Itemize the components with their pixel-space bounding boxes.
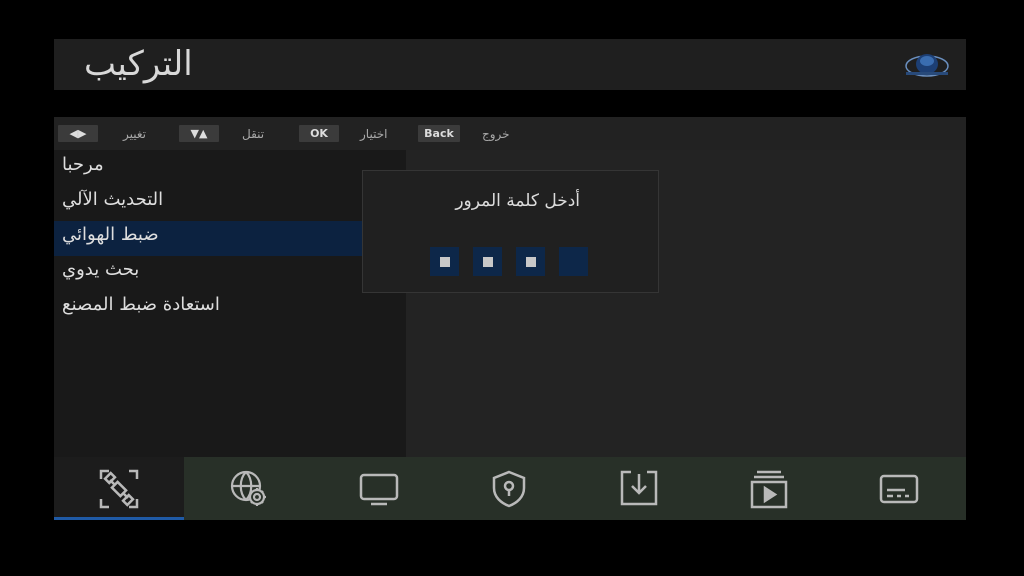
menu-item-manual-search[interactable]: بحث يدوي bbox=[54, 256, 406, 291]
tab-installation[interactable] bbox=[54, 457, 184, 520]
menu-item-label: ضبط الهوائي bbox=[62, 224, 159, 245]
category-tab-bar bbox=[54, 457, 966, 520]
hint-change: تغيير bbox=[123, 127, 146, 141]
pin-digit-2[interactable] bbox=[473, 247, 502, 276]
network-settings-icon bbox=[230, 470, 266, 506]
tab-update[interactable] bbox=[574, 457, 704, 520]
menu-item-label: استعادة ضبط المصنع bbox=[62, 294, 220, 315]
tab-subtitles[interactable] bbox=[834, 457, 964, 520]
key-left-right: ◀▶ bbox=[58, 125, 98, 142]
menu-item-factory-reset[interactable]: استعادة ضبط المصنع bbox=[54, 291, 406, 326]
pin-mask bbox=[483, 257, 493, 267]
key-back: Back bbox=[418, 125, 460, 142]
pin-digit-3[interactable] bbox=[516, 247, 545, 276]
menu-item-label: التحديث الآلي bbox=[62, 189, 164, 210]
menu-item-label: بحث يدوي bbox=[62, 259, 140, 280]
pin-mask bbox=[440, 257, 450, 267]
hint-exit: خروج bbox=[482, 127, 510, 141]
pin-digit-4[interactable] bbox=[559, 247, 588, 276]
security-lock-icon bbox=[492, 470, 526, 508]
tab-network[interactable] bbox=[184, 457, 314, 520]
menu-item-antenna-setup[interactable]: ضبط الهوائي bbox=[54, 221, 406, 256]
satellite-install-icon bbox=[99, 469, 139, 509]
tab-security[interactable] bbox=[444, 457, 574, 520]
pin-digit-1[interactable] bbox=[430, 247, 459, 276]
page-title: التركيب bbox=[84, 44, 193, 84]
key-hint-bar: ◀▶ تغيير ▼▲ تنقل OK اختيار Back خروج bbox=[54, 117, 966, 150]
key-up-down: ▼▲ bbox=[179, 125, 219, 142]
menu-item-auto-update[interactable]: التحديث الآلي bbox=[54, 186, 406, 221]
subtitle-info-icon bbox=[879, 474, 919, 504]
hint-select: اختيار bbox=[360, 127, 388, 141]
header-bar: التركيب bbox=[54, 39, 966, 90]
key-ok: OK bbox=[299, 125, 339, 142]
media-playlist-icon bbox=[750, 470, 788, 509]
password-dialog: أدخل كلمة المرور bbox=[362, 170, 659, 293]
tab-tv[interactable] bbox=[314, 457, 444, 520]
menu-item-label: مرحبا bbox=[62, 154, 104, 175]
pin-mask bbox=[526, 257, 536, 267]
satellite-dish-logo-icon bbox=[905, 54, 949, 77]
password-prompt: أدخل كلمة المرور bbox=[455, 191, 580, 211]
hint-navigate: تنقل bbox=[242, 127, 265, 141]
download-update-icon bbox=[620, 470, 658, 506]
install-menu: مرحبا التحديث الآلي ضبط الهوائي بحث يدوي… bbox=[54, 150, 406, 457]
menu-item-welcome[interactable]: مرحبا bbox=[54, 151, 406, 186]
active-tab-indicator bbox=[54, 517, 184, 520]
tab-media[interactable] bbox=[704, 457, 834, 520]
tv-display-icon bbox=[359, 473, 399, 506]
